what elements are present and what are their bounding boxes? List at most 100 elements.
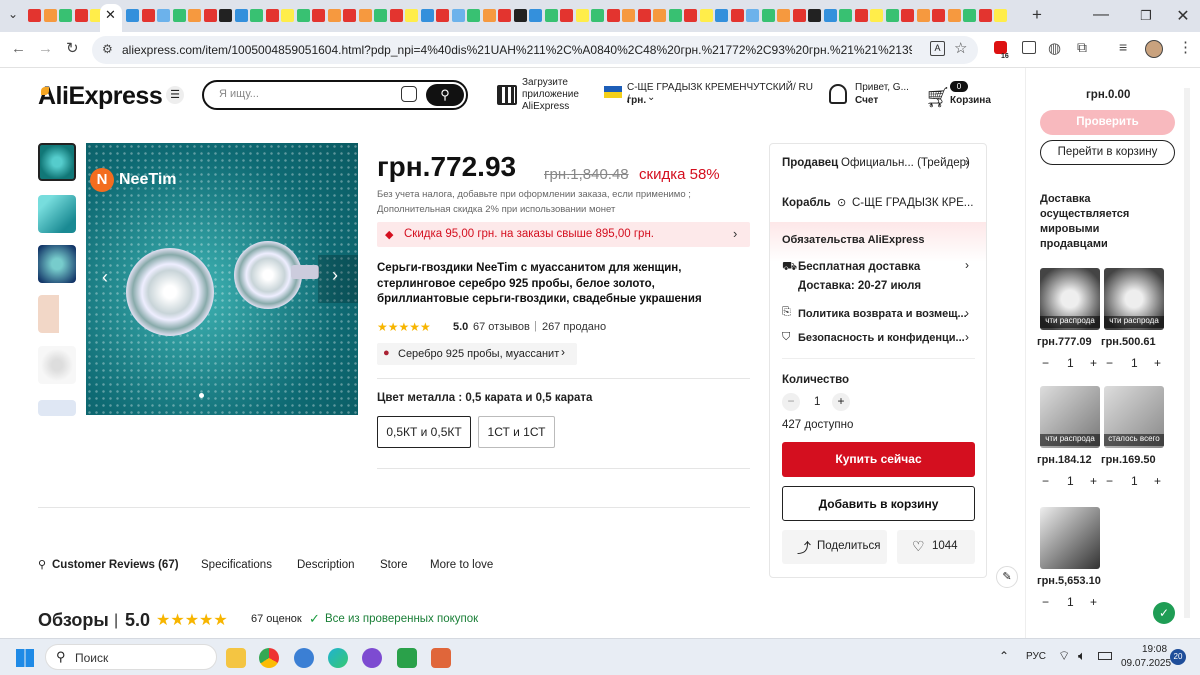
region-selector[interactable]: С-ЩЕ ГРАДЫЗК КРЕМЕНЧУТСКИЙ/ RU / — [627, 82, 817, 106]
cart-icon[interactable]: 🛒︎ — [925, 85, 950, 110]
tab-favicon-icon[interactable] — [591, 9, 604, 22]
buy-now-button[interactable]: Купить сейчас — [782, 442, 975, 477]
reviews-count[interactable]: 67 отзывов — [473, 321, 530, 333]
file-explorer-icon[interactable] — [226, 648, 246, 668]
tab-favicon-icon[interactable] — [498, 9, 511, 22]
tab-favicon-icon[interactable] — [74, 9, 88, 22]
tab-favicon-icon[interactable] — [343, 9, 356, 22]
search-button[interactable]: ⚲ — [426, 84, 464, 106]
tab-favicon-icon[interactable] — [684, 9, 697, 22]
tab-favicon-icon[interactable] — [529, 9, 542, 22]
camera-search-icon[interactable] — [401, 86, 417, 102]
tab-favicon-icon[interactable] — [296, 9, 310, 22]
app-icon[interactable] — [294, 648, 314, 668]
browser-menu-icon[interactable]: ⋮ — [1178, 38, 1193, 56]
tab-favicon-icon[interactable] — [312, 9, 325, 22]
tab-favicon-icon[interactable] — [389, 9, 403, 22]
free-shipping[interactable]: Бесплатная доставка — [798, 261, 920, 273]
security-badge-icon[interactable]: ✓ — [1153, 602, 1175, 624]
tab-favicon-icon[interactable] — [560, 9, 573, 22]
tab-favicon-icon[interactable] — [451, 9, 465, 22]
tab-favicon-icon[interactable] — [482, 9, 496, 22]
close-tab-icon[interactable]: ✕ — [105, 7, 116, 23]
tab-favicon-icon[interactable] — [327, 9, 341, 22]
tab-favicon-icon[interactable] — [994, 9, 1007, 22]
cart-item-minus-button[interactable]: − — [1042, 474, 1049, 488]
tab-favicon-icon[interactable] — [653, 9, 666, 22]
share-button[interactable]: ⤴ Поделиться — [782, 530, 887, 564]
cart-item-minus-button[interactable]: − — [1042, 356, 1049, 370]
app-download-text[interactable]: Загрузите приложение AliExpress — [522, 77, 584, 113]
tab-favicon-icon[interactable] — [126, 9, 139, 22]
search-bar[interactable]: Я ищу... ⚲ — [202, 80, 468, 110]
tab-favicon-icon[interactable] — [932, 9, 945, 22]
translate-icon[interactable]: A — [930, 41, 945, 56]
tab-favicon-icon[interactable] — [405, 9, 418, 22]
tab-favicon-icon[interactable] — [157, 9, 170, 22]
tab-favicon-icon[interactable] — [172, 9, 186, 22]
tab-favicon-icon[interactable] — [746, 9, 759, 22]
thumbnail-1[interactable] — [38, 143, 76, 181]
edit-pen-icon[interactable]: ✎ — [996, 566, 1018, 588]
tab-favicon-icon[interactable] — [234, 9, 248, 22]
aliexpress-logo[interactable]: AliExpress — [38, 82, 163, 111]
tab-favicon-icon[interactable] — [281, 9, 294, 22]
cart-item-image[interactable] — [1040, 507, 1100, 569]
material-tag[interactable]: ● Серебро 925 пробы, муассанит › — [377, 343, 577, 365]
tab-favicon-icon[interactable] — [374, 9, 387, 22]
tab-favicon-icon[interactable] — [250, 9, 263, 22]
thumbnail-5[interactable] — [38, 346, 76, 384]
tab-favicon-icon[interactable] — [420, 9, 434, 22]
go-to-cart-button[interactable]: Перейти в корзину — [1040, 140, 1175, 165]
tab-favicon-icon[interactable] — [265, 9, 279, 22]
quantity-minus-button[interactable]: − — [782, 393, 800, 411]
cart-item-plus-button[interactable]: + — [1154, 356, 1161, 370]
tab-favicon-icon[interactable] — [947, 9, 961, 22]
tab-favicon-icon[interactable] — [792, 9, 806, 22]
media-control-icon[interactable]: ≡ — [1119, 39, 1127, 55]
puzzle-icon[interactable]: ⧉ — [1077, 39, 1087, 56]
tab-favicon-icon[interactable] — [436, 9, 449, 22]
prev-image-icon[interactable]: ‹ — [102, 267, 108, 288]
profile-avatar[interactable] — [1145, 40, 1163, 58]
cart-item-minus-button[interactable]: − — [1106, 474, 1113, 488]
cart-item-image[interactable]: сталось всего — [1104, 386, 1164, 448]
tab-favicon-icon[interactable] — [916, 9, 930, 22]
tab-favicon-icon[interactable] — [777, 9, 790, 22]
tab-favicon-icon[interactable] — [188, 9, 201, 22]
viber-icon[interactable] — [362, 648, 382, 668]
tab-favicon-icon[interactable] — [854, 9, 868, 22]
main-product-image[interactable]: N NeeTim ‹ › — [86, 143, 358, 415]
account-icon[interactable] — [829, 84, 847, 104]
tab-favicon-icon[interactable] — [730, 9, 744, 22]
tab-favicon-icon[interactable] — [513, 9, 527, 22]
globe-icon[interactable]: ◍ — [1048, 39, 1061, 57]
clock-date[interactable]: 09.07.2025 — [1121, 658, 1171, 669]
image-icon[interactable] — [1022, 41, 1036, 54]
tray-chevron-icon[interactable]: ⌃ — [999, 649, 1009, 663]
option-1ct[interactable]: 1СТ и 1СТ — [478, 416, 555, 448]
scrollbar[interactable] — [1184, 88, 1190, 618]
edge-icon[interactable] — [328, 648, 348, 668]
start-icon[interactable] — [16, 649, 34, 667]
return-policy[interactable]: Политика возврата и возмещ... — [798, 308, 967, 320]
seller-value[interactable]: Официальн... (Трейдер) — [841, 157, 970, 169]
tab-favicon-icon[interactable] — [668, 9, 682, 22]
maximize-icon[interactable]: ❐ — [1131, 8, 1161, 24]
tab-favicon-icon[interactable] — [219, 9, 232, 22]
reload-icon[interactable]: ↻ — [66, 39, 79, 57]
tab-favicon-icon[interactable] — [43, 9, 57, 22]
media-app-icon[interactable] — [431, 648, 451, 668]
categories-menu-icon[interactable]: ☰ — [166, 86, 184, 104]
greeting-text[interactable]: Привет, G... — [855, 82, 909, 94]
thumbnail-6[interactable] — [38, 400, 76, 416]
bookmark-star-icon[interactable]: ☆ — [954, 39, 967, 57]
wifi-icon[interactable]: ⌔ — [1058, 648, 1070, 664]
checkout-button[interactable]: Проверить — [1040, 110, 1175, 135]
tab-favicon-icon[interactable] — [885, 9, 899, 22]
next-image-arrow-button[interactable]: › — [318, 255, 358, 303]
cart-item-plus-button[interactable]: + — [1090, 474, 1097, 488]
account-link[interactable]: Счет — [855, 95, 878, 107]
cart-item-plus-button[interactable]: + — [1090, 356, 1097, 370]
tab-more-to-love[interactable]: More to love — [430, 559, 493, 571]
